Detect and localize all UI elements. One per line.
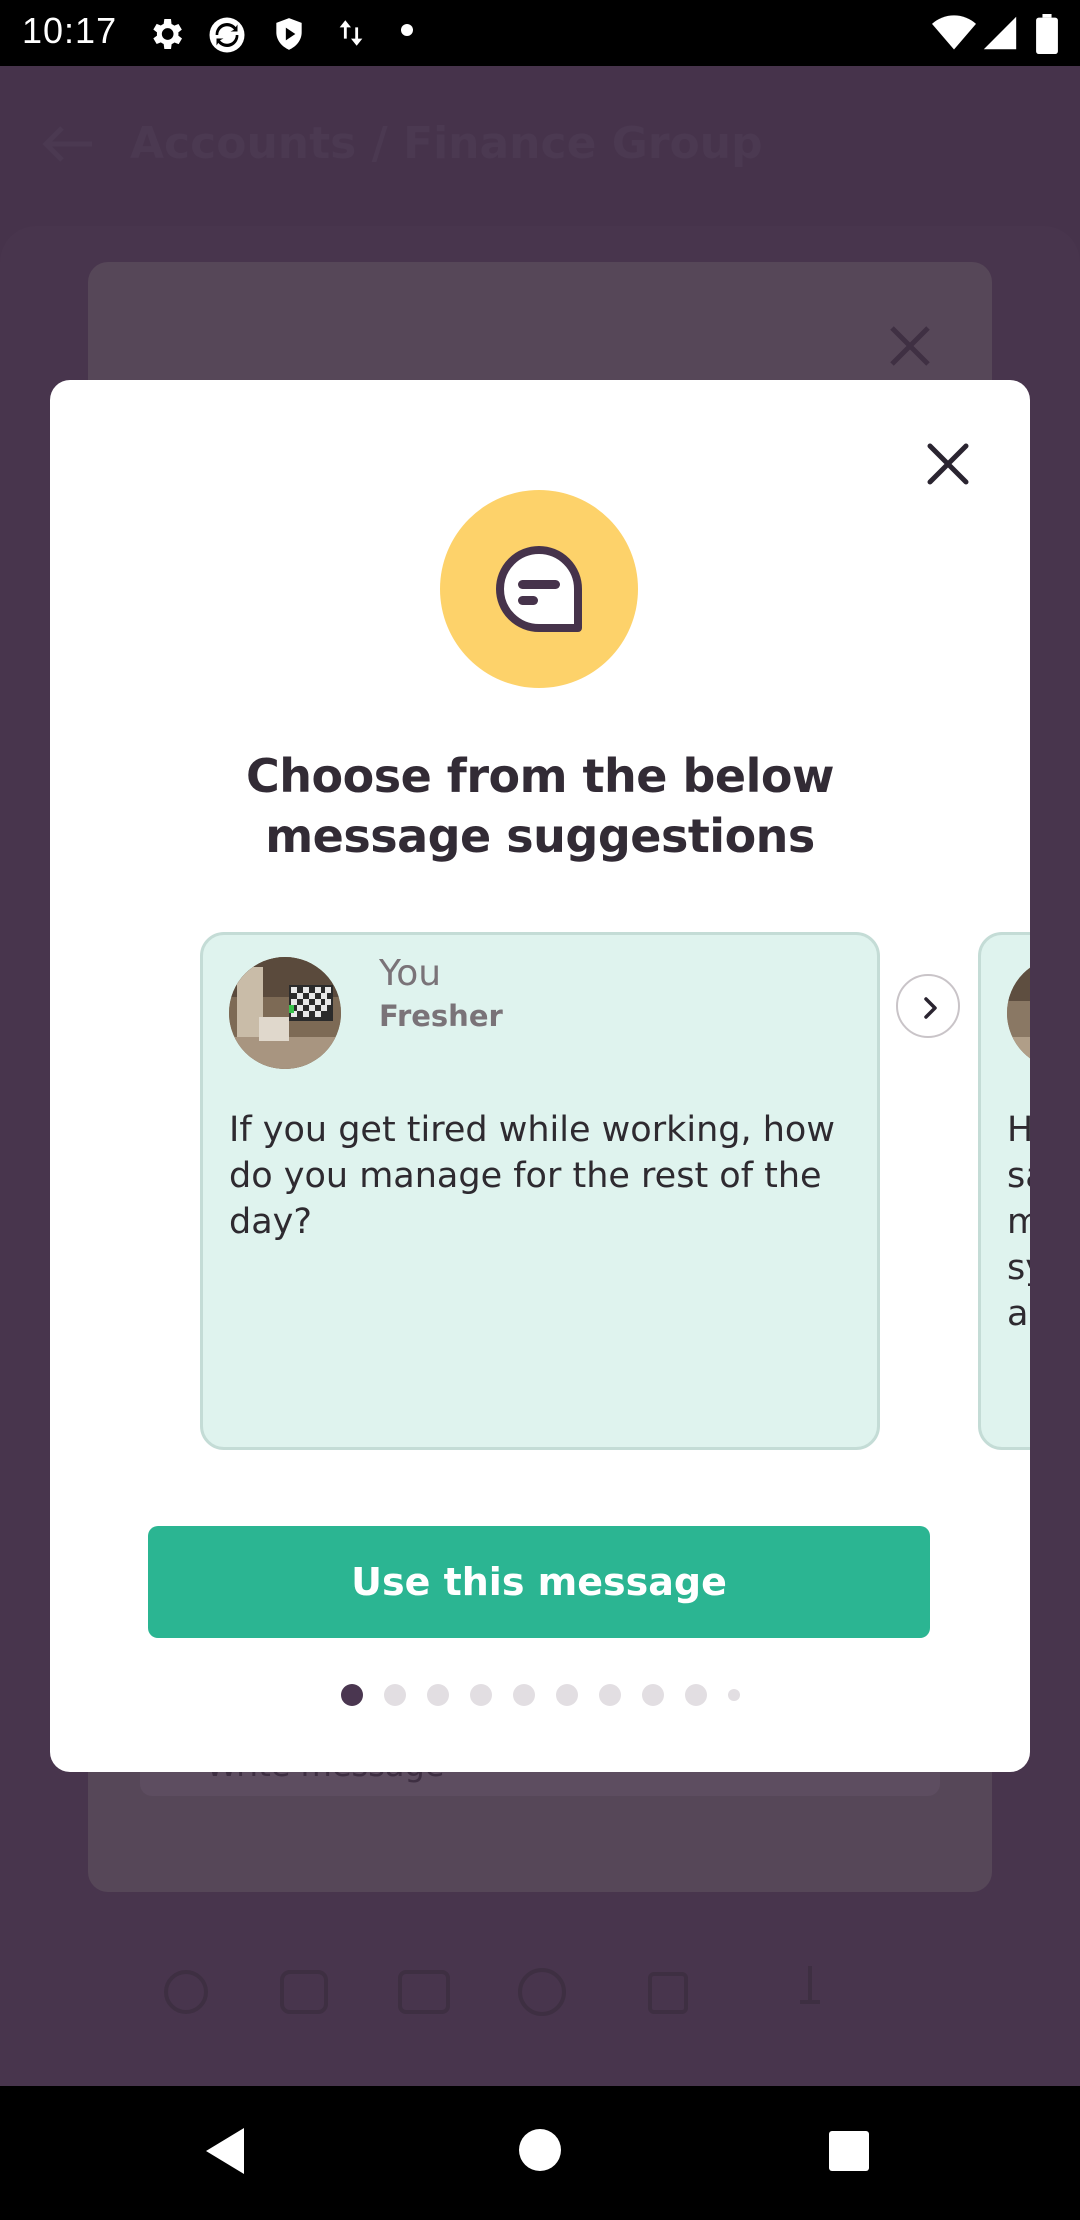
pager-dot[interactable]	[684, 1684, 707, 1706]
message-suggestions-dialog: Choose from the below message suggestion…	[50, 380, 1030, 1772]
dialog-title: Choose from the below message suggestion…	[246, 749, 835, 863]
avatar	[229, 957, 341, 1069]
chevron-right-icon[interactable]	[916, 994, 944, 1022]
next-suggestion-card[interactable]: H sa m sy a	[978, 932, 1030, 1450]
pager-dots[interactable]	[50, 1680, 1030, 1710]
pager-dot[interactable]	[598, 1684, 621, 1706]
gear-icon	[146, 14, 186, 54]
next-card-avatar	[1007, 957, 1030, 1069]
chat-badge	[440, 490, 638, 688]
navigation-bar	[0, 2086, 1080, 2220]
use-this-message-button[interactable]: Use this message	[148, 1526, 930, 1638]
pager-dot[interactable]	[469, 1684, 492, 1706]
back-icon[interactable]	[204, 2126, 246, 2176]
sender-role: Fresher	[379, 999, 503, 1033]
sender-name: You	[379, 953, 442, 994]
suggestions-carousel[interactable]: You Fresher If you get tired while worki…	[50, 930, 1030, 1470]
battery-icon	[1036, 14, 1076, 54]
signal-icon	[982, 14, 1022, 54]
pager-dot[interactable]	[727, 1689, 740, 1701]
pager-dot[interactable]	[512, 1684, 535, 1706]
pager-dot[interactable]	[641, 1684, 664, 1706]
pager-dot[interactable]	[426, 1684, 449, 1706]
pager-dot[interactable]	[383, 1684, 406, 1706]
back-arrow-icon	[42, 126, 92, 162]
next-suggestion-button[interactable]	[896, 974, 960, 1038]
message-text: If you get tired while working, how do y…	[229, 1110, 835, 1242]
status-bar: 10:17	[0, 0, 1080, 66]
background-toolbar	[150, 1956, 1030, 2026]
wifi-icon	[932, 14, 976, 54]
sync-icon	[206, 14, 246, 54]
suggestion-card[interactable]: You Fresher If you get tired while worki…	[200, 932, 880, 1450]
background-close-icon	[890, 326, 930, 366]
next-card-message: H sa m sy a	[1007, 1110, 1030, 1334]
dot-icon	[400, 22, 420, 42]
close-button[interactable]	[916, 432, 980, 496]
chat-bubble-icon	[496, 546, 582, 632]
data-transfer-icon	[334, 14, 374, 54]
close-icon[interactable]	[916, 432, 980, 496]
home-icon[interactable]	[518, 2128, 562, 2172]
background-title: Accounts / Finance Group	[130, 118, 763, 169]
pager-dot[interactable]	[555, 1684, 578, 1706]
pager-dot[interactable]	[340, 1684, 363, 1706]
status-time: 10:17	[22, 10, 118, 51]
shield-icon	[270, 14, 310, 54]
recents-icon[interactable]	[828, 2130, 870, 2172]
